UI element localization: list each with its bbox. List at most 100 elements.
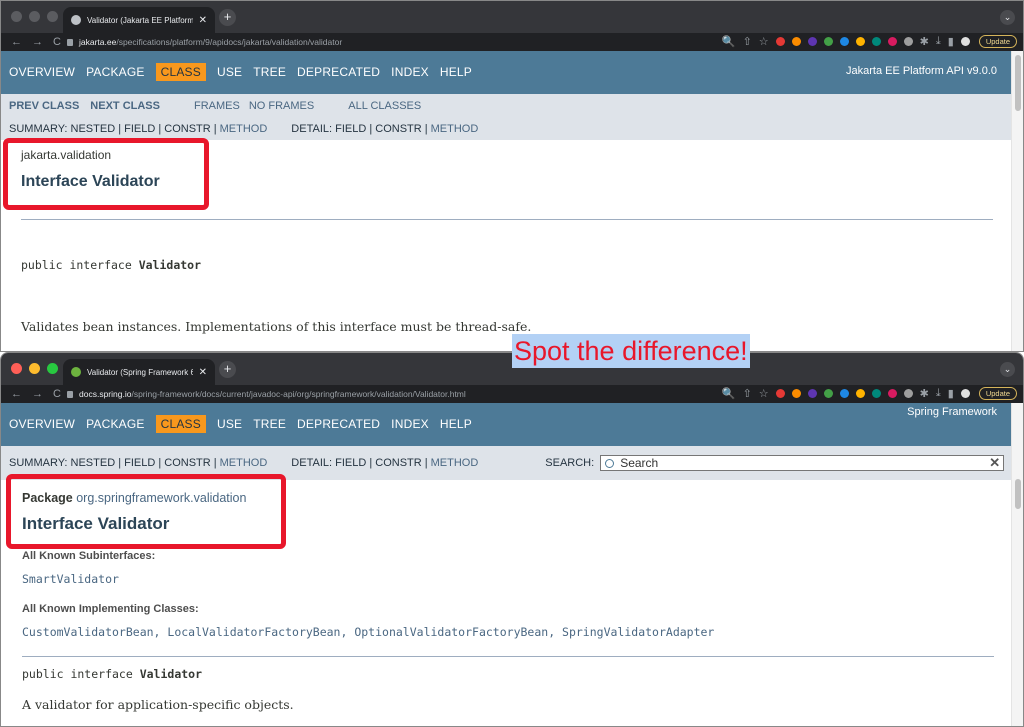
reload-icon[interactable]: C (53, 388, 61, 400)
close-window-button[interactable] (11, 363, 22, 374)
detail-method-link[interactable]: METHOD (431, 123, 479, 135)
new-tab-button[interactable]: + (219, 361, 236, 378)
nav-class: CLASS (155, 63, 206, 81)
nav-use[interactable]: USE (217, 417, 242, 433)
browser-tab[interactable]: Validator (Jakarta EE Platform ✕ (63, 7, 215, 33)
type-signature: public interface Validator (21, 258, 201, 272)
extension-icon[interactable] (807, 37, 817, 46)
extension-icon[interactable] (871, 37, 881, 46)
nav-package[interactable]: PACKAGE (86, 65, 145, 81)
extension-icon[interactable] (855, 37, 865, 46)
close-tab-icon[interactable]: ✕ (199, 15, 207, 26)
new-tab-button[interactable]: + (219, 9, 236, 26)
no-frames-link[interactable]: NO FRAMES (249, 100, 314, 112)
nav-index[interactable]: INDEX (391, 417, 429, 433)
zoom-icon[interactable]: 🔍 (722, 35, 736, 48)
profile-avatar[interactable] (960, 389, 970, 398)
signature-prefix: public interface (22, 667, 140, 681)
back-icon[interactable]: ← (11, 36, 22, 48)
summary-method-link[interactable]: METHOD (220, 457, 268, 469)
class-description: A validator for application-specific obj… (22, 697, 294, 712)
download-icon[interactable]: ⤓ (936, 387, 941, 400)
nav-deprecated[interactable]: DEPRECATED (297, 417, 380, 433)
sidepanel-icon[interactable]: ▮ (948, 387, 954, 400)
extension-abp-icon[interactable] (775, 389, 785, 398)
address-bar[interactable]: jakarta.ee/specifications/platform/9/api… (67, 34, 788, 50)
scrollbar-thumb[interactable] (1015, 479, 1021, 509)
puzzle-icon[interactable]: ✱ (920, 387, 929, 400)
tab-search-button[interactable]: ⌄ (1000, 10, 1015, 25)
extension-icon[interactable] (791, 37, 801, 46)
close-window-button[interactable] (11, 11, 22, 22)
extension-icon[interactable] (791, 389, 801, 398)
sidepanel-icon[interactable]: ▮ (948, 35, 954, 48)
divider (21, 219, 993, 220)
detail-label: DETAIL: FIELD | CONSTR | (291, 457, 428, 469)
zoom-icon[interactable]: 🔍 (722, 387, 736, 400)
search-input[interactable]: Search ✕ (600, 455, 1005, 471)
extension-abp-icon[interactable] (775, 37, 785, 46)
scrollbar[interactable] (1011, 403, 1023, 726)
nav-help[interactable]: HELP (440, 417, 472, 433)
nav-deprecated[interactable]: DEPRECATED (297, 65, 380, 81)
minimize-window-button[interactable] (29, 363, 40, 374)
minimize-window-button[interactable] (29, 11, 40, 22)
frames-link[interactable]: FRAMES (194, 100, 240, 112)
type-signature: public interface Validator (22, 667, 202, 681)
prev-class-link[interactable]: PREV CLASS (9, 100, 79, 112)
zoom-window-button[interactable] (47, 363, 58, 374)
extension-icon[interactable] (887, 389, 897, 398)
back-icon[interactable]: ← (11, 388, 22, 400)
bookmark-star-icon[interactable]: ☆ (759, 35, 769, 48)
puzzle-icon[interactable]: ✱ (920, 35, 929, 48)
extension-icon[interactable] (903, 37, 913, 46)
extensions-bar: 🔍 ⇧ ☆ ✱ ⤓ ▮ Update (722, 387, 1017, 400)
page-content: OVERVIEW PACKAGE CLASS USE TREE DEPRECAT… (1, 403, 1011, 726)
scrollbar[interactable] (1011, 51, 1023, 351)
next-class-link[interactable]: NEXT CLASS (90, 100, 160, 112)
zoom-window-button[interactable] (47, 11, 58, 22)
update-button[interactable]: Update (978, 387, 1017, 400)
share-icon[interactable]: ⇧ (743, 35, 752, 48)
share-icon[interactable]: ⇧ (743, 387, 752, 400)
bookmark-star-icon[interactable]: ☆ (759, 387, 769, 400)
nav-overview[interactable]: OVERVIEW (9, 65, 75, 81)
close-tab-icon[interactable]: ✕ (199, 367, 207, 378)
extension-icon[interactable] (823, 37, 833, 46)
nav-tree[interactable]: TREE (253, 417, 286, 433)
extension-icon[interactable] (839, 37, 849, 46)
clear-search-icon[interactable]: ✕ (989, 455, 1000, 471)
extension-icon[interactable] (855, 389, 865, 398)
class-description: Validates bean instances. Implementation… (21, 319, 532, 334)
window-controls (11, 363, 58, 374)
extension-icon[interactable] (823, 389, 833, 398)
profile-avatar[interactable] (960, 37, 970, 46)
address-bar[interactable]: docs.spring.io/spring-framework/docs/cur… (67, 386, 788, 402)
summary-method-link[interactable]: METHOD (220, 123, 268, 135)
implementing-classes-links[interactable]: CustomValidatorBean, LocalValidatorFacto… (22, 625, 714, 639)
extension-icon[interactable] (903, 389, 913, 398)
detail-method-link[interactable]: METHOD (431, 457, 479, 469)
extension-icon[interactable] (807, 389, 817, 398)
scrollbar-thumb[interactable] (1015, 55, 1021, 111)
forward-icon[interactable]: → (32, 388, 43, 400)
tab-title: Validator (Jakarta EE Platform (87, 15, 193, 25)
nav-index[interactable]: INDEX (391, 65, 429, 81)
url-path: /spring-framework/docs/current/javadoc-a… (131, 389, 466, 399)
forward-icon[interactable]: → (32, 36, 43, 48)
extension-icon[interactable] (839, 389, 849, 398)
all-classes-link[interactable]: ALL CLASSES (348, 100, 421, 112)
reload-icon[interactable]: C (53, 36, 61, 48)
tab-search-button[interactable]: ⌄ (1000, 362, 1015, 377)
nav-tree[interactable]: TREE (253, 65, 286, 81)
extension-icon[interactable] (887, 37, 897, 46)
subinterfaces-link[interactable]: SmartValidator (22, 572, 119, 586)
nav-package[interactable]: PACKAGE (86, 417, 145, 433)
download-icon[interactable]: ⤓ (936, 35, 941, 48)
browser-tab[interactable]: Validator (Spring Framework 6 ✕ (63, 359, 215, 385)
nav-use[interactable]: USE (217, 65, 242, 81)
nav-help[interactable]: HELP (440, 65, 472, 81)
nav-overview[interactable]: OVERVIEW (9, 417, 75, 433)
update-button[interactable]: Update (978, 35, 1017, 48)
extension-icon[interactable] (871, 389, 881, 398)
